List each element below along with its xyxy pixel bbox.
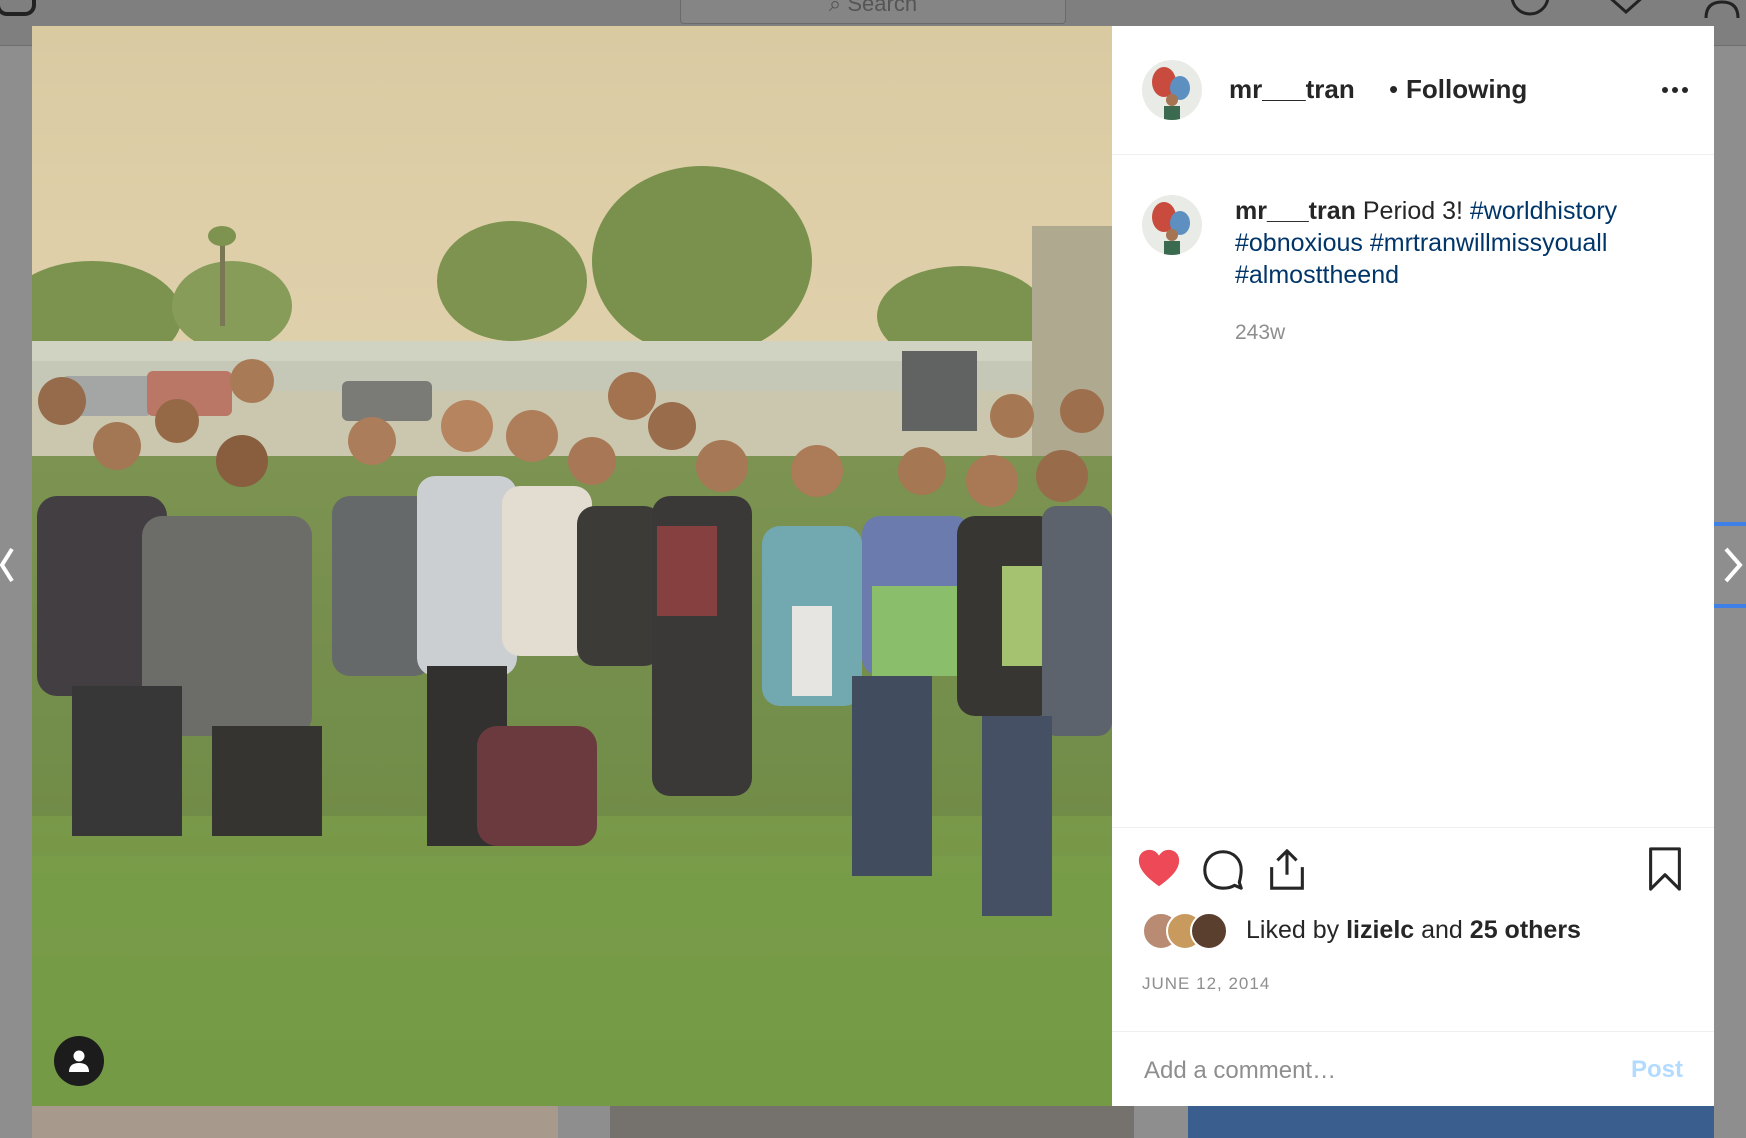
next-post-chevron-icon[interactable] [1722,545,1746,585]
liked-by-and: and [1421,916,1463,944]
caption-time-ago[interactable]: 243w [1235,321,1285,345]
instagram-logo-icon[interactable] [0,0,38,18]
add-comment-bar: Post [1112,1031,1714,1107]
post-comment-button[interactable]: Post [1631,1056,1683,1084]
post-date[interactable]: JUNE 12, 2014 [1142,974,1270,994]
caption-avatar[interactable] [1142,195,1202,255]
separator-dot: • [1389,74,1399,104]
comment-input[interactable] [1142,1050,1606,1092]
post-caption: mr___tran Period 3! #worldhistory #obnox… [1235,195,1675,291]
hashtag-link[interactable]: #mrtranwillmissyouall [1370,229,1608,257]
following-button[interactable]: Following [1406,74,1527,105]
post-details-panel: mr___tran • Following mr___tran Period 3… [1112,26,1714,1106]
user-tag-icon [69,1050,89,1072]
activity-heart-icon[interactable] [1604,0,1648,20]
hashtag-link[interactable]: #obnoxious [1235,229,1363,257]
caption-text: Period 3! [1362,197,1463,225]
previous-post-chevron-icon[interactable] [0,545,14,585]
search-input[interactable]: ⌕ Search [680,0,1066,24]
post-photo[interactable] [32,26,1112,1106]
share-icon[interactable] [1264,846,1310,892]
caption-username[interactable]: mr___tran [1235,197,1356,225]
explore-icon[interactable] [1508,0,1552,20]
profile-icon[interactable] [1700,0,1744,20]
liker-avatars[interactable] [1142,912,1232,950]
post-header: mr___tran • Following [1112,26,1714,155]
more-options-icon[interactable] [1660,84,1690,96]
bookmark-icon[interactable] [1642,846,1688,892]
user-tag-button[interactable] [54,1036,104,1086]
comment-icon[interactable] [1200,846,1246,892]
search-icon: ⌕ [828,0,848,16]
heart-filled-icon[interactable] [1136,846,1182,892]
grid-thumbnail[interactable] [610,1106,1134,1138]
hashtag-link[interactable]: #worldhistory [1470,197,1617,225]
search-placeholder: Search [847,0,918,16]
post-actions: Liked by lizielc and 25 others JUNE 12, … [1112,827,1714,1028]
caption-section: mr___tran Period 3! #worldhistory #obnox… [1112,155,1714,827]
likes-count-link[interactable]: 25 others [1470,916,1581,944]
hashtag-link[interactable]: #almosttheend [1235,261,1399,289]
liked-by-prefix: Liked by [1246,916,1340,944]
likes-summary: Liked by lizielc and 25 others [1246,916,1581,945]
post-modal: mr___tran • Following mr___tran Period 3… [32,26,1714,1106]
liker-avatar[interactable] [1190,912,1228,950]
grid-thumbnail[interactable] [1188,1106,1714,1138]
post-author-username[interactable]: mr___tran [1229,74,1355,105]
grid-thumbnail[interactable] [32,1106,558,1138]
avatar[interactable] [1142,60,1202,120]
liked-by-username[interactable]: lizielc [1346,916,1414,944]
